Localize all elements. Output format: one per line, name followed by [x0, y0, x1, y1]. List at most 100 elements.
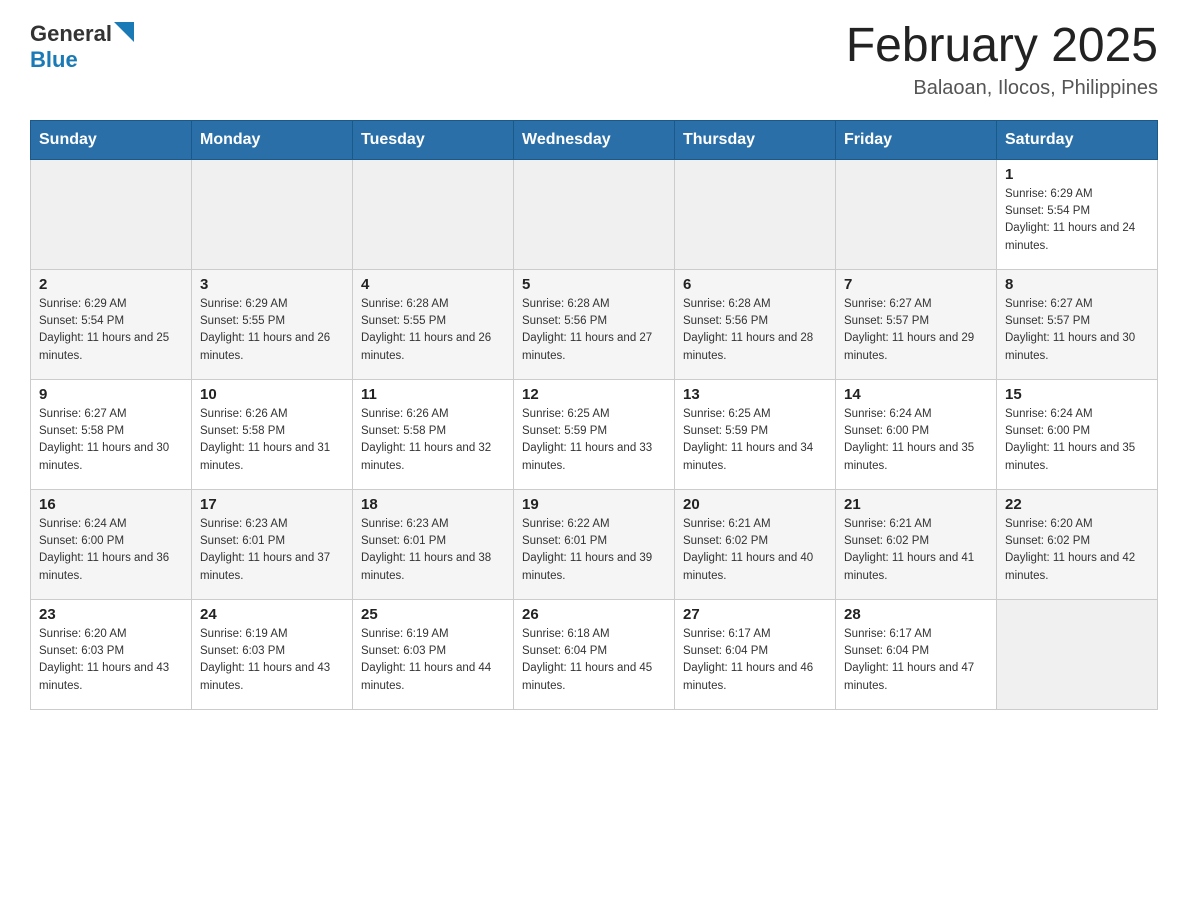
- calendar-day-cell: 6 Sunrise: 6:28 AMSunset: 5:56 PMDaylight…: [675, 269, 836, 379]
- calendar-day-cell: 20 Sunrise: 6:21 AMSunset: 6:02 PMDayligh…: [675, 489, 836, 599]
- day-number: 15: [1005, 386, 1149, 403]
- calendar-day-cell: 11Sunrise: 6:26 AMSunset: 5:58 PMDayligh…: [353, 379, 514, 489]
- day-info: Sunrise: 6:27 AMSunset: 5:57 PMDaylight:…: [1005, 296, 1149, 365]
- day-info: Sunrise: 6:17 AMSunset: 6:04 PMDaylight:…: [844, 626, 988, 695]
- day-info: Sunrise: 6:20 AMSunset: 6:03 PMDaylight:…: [39, 626, 183, 695]
- day-info: Sunrise: 6:17 AMSunset: 6:04 PMDaylight:…: [683, 626, 827, 695]
- week-row-1: 1Sunrise: 6:29 AMSunset: 5:54 PMDaylight…: [31, 159, 1158, 269]
- day-number: 9: [39, 386, 183, 403]
- calendar-day-cell: [675, 159, 836, 269]
- calendar-day-cell: 12 Sunrise: 6:25 AMSunset: 5:59 PMDayligh…: [514, 379, 675, 489]
- day-number: 13: [683, 386, 827, 403]
- calendar-day-cell: 23 Sunrise: 6:20 AMSunset: 6:03 PMDayligh…: [31, 599, 192, 709]
- day-info: Sunrise: 6:23 AMSunset: 6:01 PMDaylight:…: [361, 516, 505, 585]
- day-number: 27: [683, 606, 827, 623]
- calendar-day-cell: 21 Sunrise: 6:21 AMSunset: 6:02 PMDayligh…: [836, 489, 997, 599]
- calendar-day-cell: 16 Sunrise: 6:24 AMSunset: 6:00 PMDayligh…: [31, 489, 192, 599]
- day-info: Sunrise: 6:20 AMSunset: 6:02 PMDaylight:…: [1005, 516, 1149, 585]
- calendar-day-cell: [31, 159, 192, 269]
- logo-blue-text: Blue: [30, 47, 78, 73]
- calendar-day-cell: [836, 159, 997, 269]
- day-number: 6: [683, 276, 827, 293]
- calendar-day-cell: 8 Sunrise: 6:27 AMSunset: 5:57 PMDaylight…: [997, 269, 1158, 379]
- calendar-day-cell: 18 Sunrise: 6:23 AMSunset: 6:01 PMDayligh…: [353, 489, 514, 599]
- day-info: Sunrise: 6:21 AMSunset: 6:02 PMDaylight:…: [844, 516, 988, 585]
- day-info: Sunrise: 6:18 AMSunset: 6:04 PMDaylight:…: [522, 626, 666, 695]
- day-number: 17: [200, 496, 344, 513]
- day-number: 8: [1005, 276, 1149, 293]
- day-number: 21: [844, 496, 988, 513]
- day-info: Sunrise: 6:27 AMSunset: 5:57 PMDaylight:…: [844, 296, 988, 365]
- page-header: General Blue February 2025 Balaoan, Iloc…: [30, 20, 1158, 100]
- calendar-table: Sunday Monday Tuesday Wednesday Thursday…: [30, 120, 1158, 710]
- calendar-day-cell: 19Sunrise: 6:22 AMSunset: 6:01 PMDayligh…: [514, 489, 675, 599]
- week-row-3: 9 Sunrise: 6:27 AMSunset: 5:58 PMDaylight…: [31, 379, 1158, 489]
- location-title: Balaoan, Ilocos, Philippines: [846, 77, 1158, 100]
- title-section: February 2025 Balaoan, Ilocos, Philippin…: [846, 20, 1158, 100]
- day-number: 2: [39, 276, 183, 293]
- calendar-day-cell: 3 Sunrise: 6:29 AMSunset: 5:55 PMDaylight…: [192, 269, 353, 379]
- calendar-day-cell: 22 Sunrise: 6:20 AMSunset: 6:02 PMDayligh…: [997, 489, 1158, 599]
- day-info: Sunrise: 6:21 AMSunset: 6:02 PMDaylight:…: [683, 516, 827, 585]
- day-info: Sunrise: 6:24 AMSunset: 6:00 PMDaylight:…: [844, 406, 988, 475]
- day-number: 28: [844, 606, 988, 623]
- day-number: 1: [1005, 166, 1149, 183]
- day-number: 25: [361, 606, 505, 623]
- day-number: 24: [200, 606, 344, 623]
- day-info: Sunrise: 6:26 AMSunset: 5:58 PMDaylight:…: [200, 406, 344, 475]
- day-info: Sunrise: 6:27 AMSunset: 5:58 PMDaylight:…: [39, 406, 183, 475]
- calendar-day-cell: 7 Sunrise: 6:27 AMSunset: 5:57 PMDaylight…: [836, 269, 997, 379]
- day-info: Sunrise: 6:28 AMSunset: 5:56 PMDaylight:…: [683, 296, 827, 365]
- logo-general-text: General: [30, 21, 112, 47]
- month-title: February 2025: [846, 20, 1158, 73]
- day-info: Sunrise: 6:25 AMSunset: 5:59 PMDaylight:…: [683, 406, 827, 475]
- calendar-day-cell: [997, 599, 1158, 709]
- day-info: Sunrise: 6:25 AMSunset: 5:59 PMDaylight:…: [522, 406, 666, 475]
- week-row-5: 23 Sunrise: 6:20 AMSunset: 6:03 PMDayligh…: [31, 599, 1158, 709]
- calendar-day-cell: 13 Sunrise: 6:25 AMSunset: 5:59 PMDayligh…: [675, 379, 836, 489]
- calendar-day-cell: 2Sunrise: 6:29 AMSunset: 5:54 PMDaylight…: [31, 269, 192, 379]
- calendar-day-cell: 28 Sunrise: 6:17 AMSunset: 6:04 PMDayligh…: [836, 599, 997, 709]
- day-number: 16: [39, 496, 183, 513]
- day-number: 7: [844, 276, 988, 293]
- header-tuesday: Tuesday: [353, 120, 514, 159]
- day-number: 11: [361, 386, 505, 403]
- day-number: 18: [361, 496, 505, 513]
- day-number: 22: [1005, 496, 1149, 513]
- week-row-4: 16 Sunrise: 6:24 AMSunset: 6:00 PMDayligh…: [31, 489, 1158, 599]
- day-number: 3: [200, 276, 344, 293]
- calendar-day-cell: 10 Sunrise: 6:26 AMSunset: 5:58 PMDayligh…: [192, 379, 353, 489]
- calendar-day-cell: 17 Sunrise: 6:23 AMSunset: 6:01 PMDayligh…: [192, 489, 353, 599]
- day-info: Sunrise: 6:28 AMSunset: 5:56 PMDaylight:…: [522, 296, 666, 365]
- week-row-2: 2Sunrise: 6:29 AMSunset: 5:54 PMDaylight…: [31, 269, 1158, 379]
- calendar-day-cell: [192, 159, 353, 269]
- calendar-day-cell: [353, 159, 514, 269]
- header-monday: Monday: [192, 120, 353, 159]
- calendar-day-cell: 4Sunrise: 6:28 AMSunset: 5:55 PMDaylight…: [353, 269, 514, 379]
- logo-triangle-icon: [114, 22, 134, 42]
- logo: General Blue: [30, 20, 134, 73]
- header-saturday: Saturday: [997, 120, 1158, 159]
- day-info: Sunrise: 6:23 AMSunset: 6:01 PMDaylight:…: [200, 516, 344, 585]
- day-number: 26: [522, 606, 666, 623]
- day-info: Sunrise: 6:19 AMSunset: 6:03 PMDaylight:…: [361, 626, 505, 695]
- day-number: 23: [39, 606, 183, 623]
- calendar-day-cell: 26 Sunrise: 6:18 AMSunset: 6:04 PMDayligh…: [514, 599, 675, 709]
- day-info: Sunrise: 6:22 AMSunset: 6:01 PMDaylight:…: [522, 516, 666, 585]
- day-number: 20: [683, 496, 827, 513]
- day-info: Sunrise: 6:28 AMSunset: 5:55 PMDaylight:…: [361, 296, 505, 365]
- day-info: Sunrise: 6:29 AMSunset: 5:55 PMDaylight:…: [200, 296, 344, 365]
- calendar-day-cell: 24 Sunrise: 6:19 AMSunset: 6:03 PMDayligh…: [192, 599, 353, 709]
- day-info: Sunrise: 6:24 AMSunset: 6:00 PMDaylight:…: [39, 516, 183, 585]
- calendar-day-cell: 25 Sunrise: 6:19 AMSunset: 6:03 PMDayligh…: [353, 599, 514, 709]
- day-info: Sunrise: 6:19 AMSunset: 6:03 PMDaylight:…: [200, 626, 344, 695]
- calendar-day-cell: 27 Sunrise: 6:17 AMSunset: 6:04 PMDayligh…: [675, 599, 836, 709]
- day-number: 5: [522, 276, 666, 293]
- day-info: Sunrise: 6:24 AMSunset: 6:00 PMDaylight:…: [1005, 406, 1149, 475]
- header-sunday: Sunday: [31, 120, 192, 159]
- weekday-header-row: Sunday Monday Tuesday Wednesday Thursday…: [31, 120, 1158, 159]
- header-friday: Friday: [836, 120, 997, 159]
- day-number: 10: [200, 386, 344, 403]
- day-number: 12: [522, 386, 666, 403]
- calendar-day-cell: 15 Sunrise: 6:24 AMSunset: 6:00 PMDayligh…: [997, 379, 1158, 489]
